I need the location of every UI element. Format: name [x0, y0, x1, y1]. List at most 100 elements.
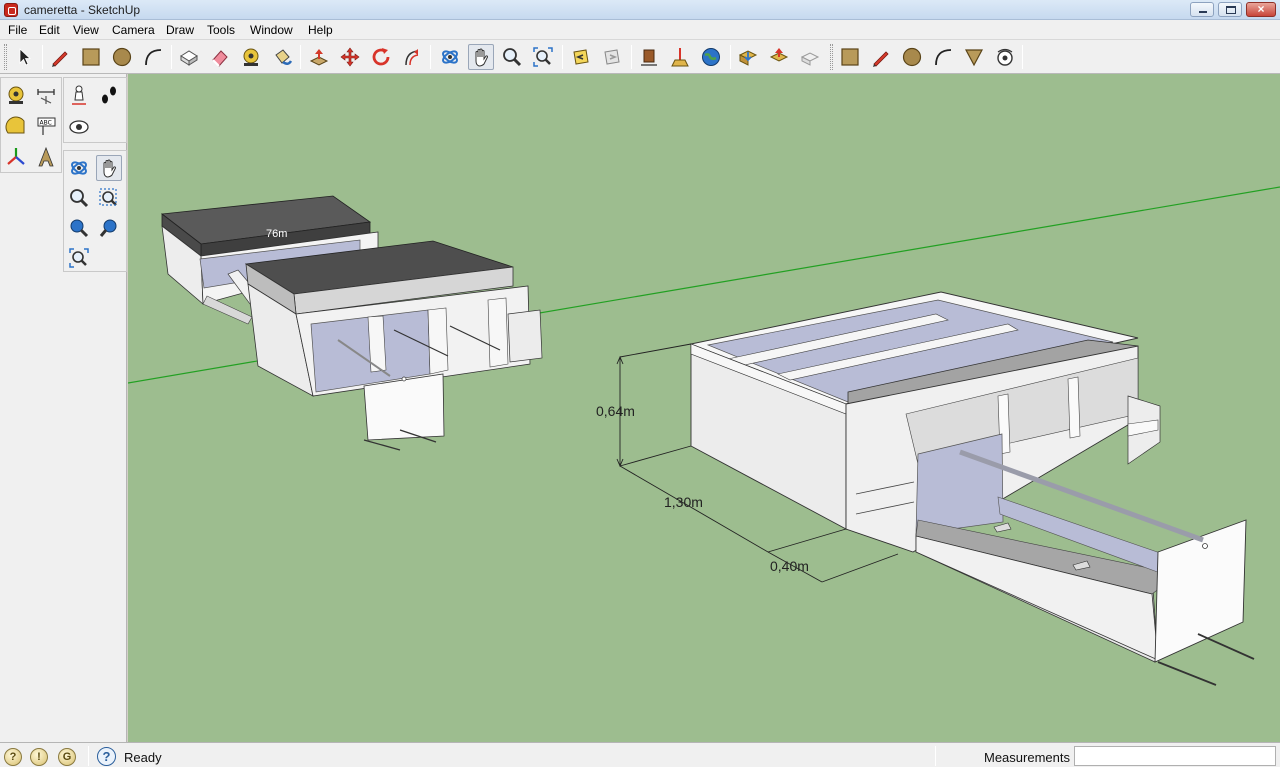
pan-tool-button[interactable]: [468, 44, 494, 70]
toolbar-separator: [562, 45, 563, 69]
look-around-icon: [69, 120, 89, 134]
pan-tool[interactable]: [96, 155, 122, 181]
share-component-button[interactable]: [797, 44, 823, 70]
look-around-tool[interactable]: [66, 113, 92, 139]
tape-measure-tool-button[interactable]: [238, 44, 264, 70]
previous-view-button[interactable]: [568, 44, 594, 70]
orbit-tool[interactable]: [66, 155, 92, 181]
get-models-icon: [641, 49, 657, 66]
menu-camera[interactable]: Camera: [112, 23, 155, 37]
get-models-button[interactable]: [636, 44, 662, 70]
model-viewport[interactable]: 76m 0,64m 1,30m 0,40m: [128, 74, 1280, 742]
menu-file[interactable]: File: [8, 23, 27, 37]
dimension-icon: [37, 89, 55, 104]
zoom-tool[interactable]: [66, 185, 92, 211]
get-models-warehouse-icon: [738, 50, 758, 66]
paint-bucket-tool-button[interactable]: [269, 44, 295, 70]
make-component-button[interactable]: [176, 44, 202, 70]
add-location-button[interactable]: [667, 44, 693, 70]
zoom-window-tool[interactable]: [96, 185, 122, 211]
menu-help[interactable]: Help: [308, 23, 333, 37]
pan-icon: [475, 48, 489, 67]
next-view-button[interactable]: [599, 44, 625, 70]
geo-location-icon[interactable]: ?: [4, 748, 22, 766]
minimize-button[interactable]: [1190, 2, 1214, 17]
push-pull-tool-button[interactable]: [306, 44, 332, 70]
credits-icon[interactable]: !: [30, 748, 48, 766]
eraser-tool-button[interactable]: [207, 44, 233, 70]
zoom-extents-tool[interactable]: [66, 245, 92, 271]
look-around-button[interactable]: [992, 44, 1018, 70]
rotate-tool-button[interactable]: [368, 44, 394, 70]
sketchup-window: cameretta - SketchUp × File Edit View Ca…: [0, 0, 1280, 767]
select-icon: [19, 48, 32, 66]
zoom-extents-tool-button[interactable]: [530, 44, 556, 70]
toolbar-separator: [1022, 45, 1023, 69]
arc-tool-button-2[interactable]: [930, 44, 956, 70]
walkthrough-palette: [63, 77, 127, 143]
push-pull-icon: [309, 49, 329, 66]
position-camera-tool[interactable]: [66, 82, 92, 108]
sandbox-button[interactable]: [961, 44, 987, 70]
user-icon[interactable]: G: [58, 748, 76, 766]
previous-view-tool[interactable]: [66, 215, 92, 241]
tape-measure-icon: [243, 48, 259, 66]
help-button[interactable]: ?: [97, 747, 116, 766]
rectangle-icon: [82, 48, 100, 66]
axes-tool[interactable]: [3, 144, 29, 170]
move-tool-button[interactable]: [337, 44, 363, 70]
zoom-tool-button[interactable]: [499, 44, 525, 70]
3d-text-tool[interactable]: [33, 144, 59, 170]
sketchup-app-icon: [4, 3, 18, 17]
arc-icon-2: [935, 49, 952, 66]
walk-icon: [102, 86, 116, 104]
menu-view[interactable]: View: [73, 23, 99, 37]
status-bar: ? ! G ? Ready Measurements: [0, 742, 1280, 767]
close-button[interactable]: ×: [1246, 2, 1276, 17]
circle-icon-2: [902, 47, 922, 67]
next-view-icon: [99, 219, 117, 237]
measurements-input[interactable]: [1074, 746, 1276, 766]
next-view-tool[interactable]: [96, 215, 122, 241]
rectangle-tool-button[interactable]: [78, 44, 104, 70]
measurements-label: Measurements: [984, 750, 1070, 765]
menu-tools[interactable]: Tools: [207, 23, 235, 37]
menu-window[interactable]: Window: [250, 23, 293, 37]
offset-icon: [405, 49, 419, 66]
share-model-button[interactable]: [766, 44, 792, 70]
rotate-icon: [372, 48, 390, 66]
camera-palette: [63, 150, 127, 272]
dimension-length-label: 1,30m: [664, 494, 703, 510]
dimension-tool[interactable]: [33, 82, 59, 108]
walk-tool[interactable]: [96, 82, 122, 108]
eraser-icon: [212, 50, 228, 67]
orbit-tool-button[interactable]: [437, 44, 463, 70]
toolbar-grip[interactable]: [830, 44, 833, 70]
status-divider: [88, 746, 89, 766]
offset-tool-button[interactable]: [399, 44, 425, 70]
tape-measure-tool[interactable]: [3, 82, 29, 108]
text-tool[interactable]: ABC: [33, 113, 59, 139]
arc-tool-button[interactable]: [140, 44, 166, 70]
next-view-icon: [604, 49, 620, 65]
rectangle-icon-2: [841, 48, 859, 66]
line-tool-button[interactable]: [47, 44, 73, 70]
zoom-extents-icon: [533, 47, 553, 67]
get-models-warehouse-button[interactable]: [735, 44, 761, 70]
close-icon: ×: [1257, 2, 1265, 16]
protractor-tool[interactable]: [3, 113, 29, 139]
circle-tool-button-2[interactable]: [899, 44, 925, 70]
google-earth-button[interactable]: [698, 44, 724, 70]
rectangle-tool-button-2[interactable]: [837, 44, 863, 70]
construction-palette: ABC: [0, 77, 62, 173]
sandbox-from-contours-icon: [965, 49, 983, 67]
select-tool-button[interactable]: [11, 44, 37, 70]
maximize-button[interactable]: [1218, 2, 1242, 17]
toolbar-grip[interactable]: [4, 44, 7, 70]
menu-edit[interactable]: Edit: [39, 23, 60, 37]
window-title: cameretta - SketchUp: [24, 3, 141, 17]
circle-tool-button[interactable]: [109, 44, 135, 70]
look-around-icon: [997, 48, 1013, 66]
line-tool-button-2[interactable]: [868, 44, 894, 70]
menu-draw[interactable]: Draw: [166, 23, 194, 37]
